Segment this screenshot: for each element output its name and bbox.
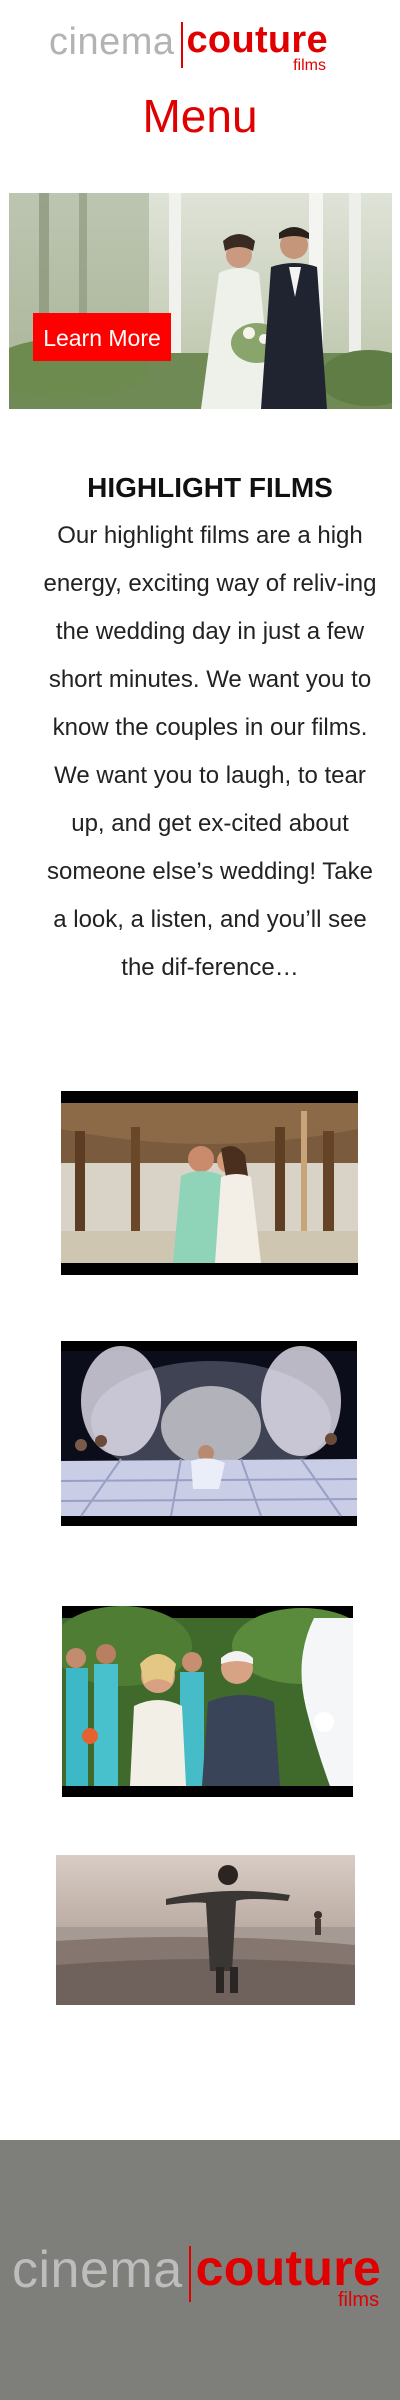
logo-divider [188,2246,191,2302]
logo-couture-group: couture films [187,18,328,74]
logo-couture-group: couture films [196,2240,381,2310]
video-thumbnail-sparkler-dance[interactable] [61,1341,357,1526]
video-image [62,1606,353,1797]
video-image [56,1855,355,2005]
menu-link[interactable]: Menu [0,86,400,146]
logo-word-cinema: cinema [49,21,175,63]
logo-word-cinema: cinema [12,2241,183,2299]
section-title: HIGHLIGHT FILMS [87,472,333,503]
header-logo[interactable]: cinema couture films [49,18,359,78]
video-thumbnail-beach-sunset[interactable] [56,1855,355,2005]
logo-divider [180,22,183,68]
logo-word-films: films [293,57,326,74]
video-image [61,1091,358,1275]
video-thumbnail-beach-kiss[interactable] [61,1091,358,1275]
section-description: Our highlight films are a high energy, e… [43,522,377,981]
hero-wedding-couple-image [9,193,392,409]
footer-logo[interactable]: cinema couture films [12,2240,392,2310]
logo-word-couture: couture [186,19,328,61]
logo-word-films: films [337,2289,380,2311]
hero-banner: Learn More [9,193,392,409]
video-image [61,1341,357,1526]
video-thumbnail-ceremony[interactable] [62,1606,353,1797]
logo-word-couture: couture [195,2240,382,2296]
learn-more-button[interactable]: Learn More [33,313,171,361]
